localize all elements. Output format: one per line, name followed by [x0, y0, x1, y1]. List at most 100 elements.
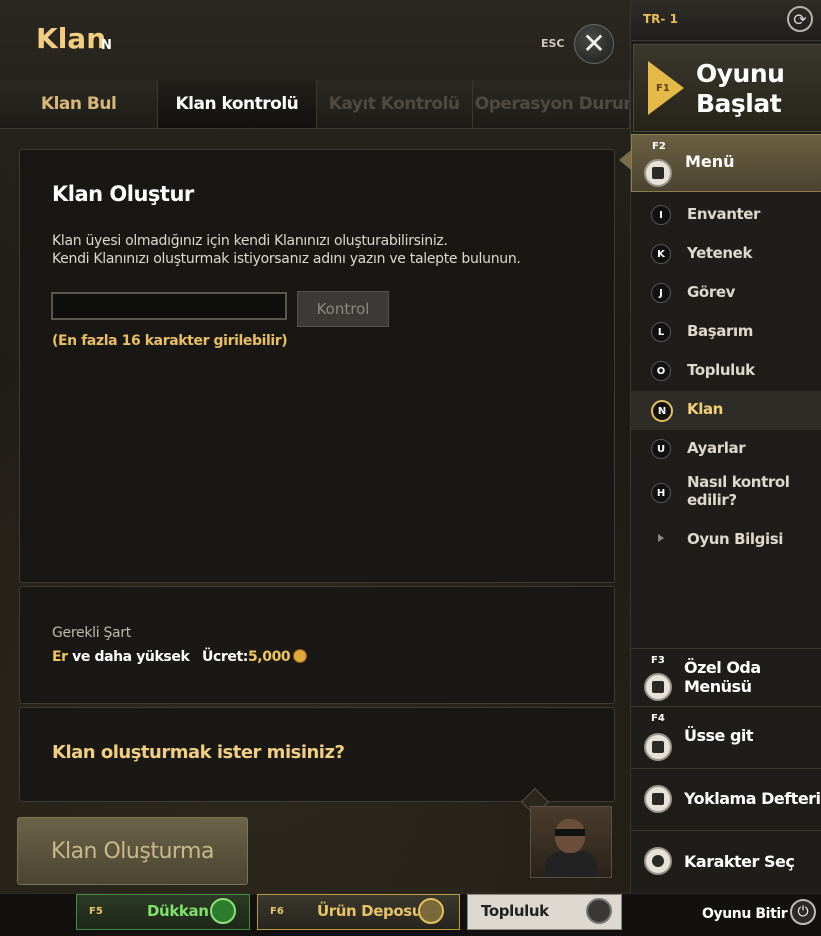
private-room-label: Özel Oda Menüsü — [684, 658, 761, 696]
tab-clan-control[interactable]: Klan kontrolü — [158, 80, 317, 128]
requirements-label: Gerekli Şart — [52, 625, 131, 641]
tab-find-clan[interactable]: Klan Bul — [0, 80, 159, 128]
label-line-2: edilir? — [687, 491, 737, 509]
create-clan-heading: Klan Oluştur — [52, 182, 194, 206]
menu-button[interactable]: F2 Menü — [631, 134, 821, 192]
people-icon — [586, 898, 612, 924]
menu-item-label: Görev — [687, 283, 735, 301]
title-shortcut-key: N — [101, 38, 112, 53]
rank-name: Er — [52, 649, 68, 665]
portrait-sunglasses — [555, 829, 585, 836]
menu-item-skill[interactable]: K Yetenek — [631, 235, 821, 274]
menu-item-label: Klan — [687, 400, 723, 418]
start-shortcut-key: F1 — [656, 83, 670, 94]
key-badge: U — [651, 439, 671, 459]
character-limit-hint: (En fazla 16 karakter girilebilir) — [52, 333, 288, 349]
key-badge: O — [651, 361, 671, 381]
room-icon — [644, 673, 672, 701]
start-game-label: Oyunu Başlat — [696, 59, 785, 119]
create-clan-description: Klan üyesi olmadığınız için kendi Klanın… — [52, 232, 521, 268]
menu-item-inventory[interactable]: I Envanter — [631, 196, 821, 235]
portrait-face — [555, 819, 585, 853]
private-room-shortcut-key: F3 — [651, 655, 665, 666]
key-badge: K — [651, 244, 671, 264]
server-selector[interactable]: TR- 1 ⟳ — [631, 0, 821, 41]
create-clan-panel: Klan Oluştur Klan üyesi olmadığınız için… — [19, 149, 615, 583]
window-title: Klan — [36, 22, 107, 55]
item-depot-button[interactable]: F6 Ürün Deposu — [257, 894, 460, 930]
menu-icon — [644, 159, 672, 187]
tab-operation-status: Operasyon Durumu — [473, 80, 631, 128]
bottom-bar: F5 Dükkan F6 Ürün Deposu Topluluk Oyunu … — [0, 893, 821, 936]
menu-item-settings[interactable]: U Ayarlar — [631, 430, 821, 469]
key-badge: I — [651, 205, 671, 225]
tab-bar: Klan Bul Klan kontrolü Kayıt Kontrolü Op… — [0, 80, 631, 129]
private-room-menu-button[interactable]: F3 Özel Oda Menüsü — [631, 648, 821, 707]
clan-name-input[interactable] — [51, 292, 287, 320]
rank-suffix: ve daha yüksek — [72, 649, 190, 665]
key-badge: N — [651, 400, 673, 422]
check-name-button[interactable]: Kontrol — [297, 291, 389, 327]
tab-registration-control: Kayıt Kontrolü — [317, 80, 473, 128]
shop-label: Dükkan — [147, 902, 209, 920]
menu-item-achievement[interactable]: L Başarım — [631, 313, 821, 352]
base-label: Üsse git — [684, 726, 754, 745]
key-badge: H — [651, 483, 671, 503]
menu-item-quest[interactable]: J Görev — [631, 274, 821, 313]
menu-item-label: Oyun Bilgisi — [687, 530, 783, 548]
menu-item-clan[interactable]: N Klan — [631, 391, 821, 430]
shop-icon — [210, 898, 236, 924]
menu-item-game-info[interactable]: Oyun Bilgisi — [631, 521, 821, 560]
shop-shortcut-key: F5 — [89, 906, 103, 917]
key-badge: J — [651, 283, 671, 303]
fee-label: Ücret: — [202, 649, 248, 665]
clan-window: Klan N ESC ✕ Klan Bul Klan kontrolü Kayı… — [0, 0, 631, 893]
menu-item-label: Nasıl kontrol edilir? — [687, 473, 790, 509]
book-icon — [644, 785, 672, 813]
character-select-label: Karakter Seç — [684, 852, 795, 871]
confirm-question: Klan oluşturmak ister misiniz? — [52, 742, 345, 763]
confirm-panel: Klan oluşturmak ister misiniz? — [19, 707, 615, 802]
depot-label: Ürün Deposu — [317, 902, 423, 920]
depot-shortcut-key: F6 — [270, 906, 284, 917]
close-button[interactable]: ✕ — [574, 24, 614, 64]
triangle-bullet-icon — [658, 534, 664, 542]
portrait-body — [545, 851, 597, 877]
attendance-button[interactable]: Yoklama Defteri — [631, 768, 821, 831]
requirements-panel: Gerekli Şart Er ve daha yüksek Ücret:5,0… — [19, 586, 615, 704]
menu-pointer — [619, 150, 631, 170]
base-shortcut-key: F4 — [651, 713, 665, 724]
fee-value: 5,000 — [247, 649, 291, 665]
menu-item-label: Yetenek — [687, 244, 753, 262]
menu-item-community[interactable]: O Topluluk — [631, 352, 821, 391]
menu-item-label: Envanter — [687, 205, 761, 223]
community-label: Topluluk — [481, 902, 549, 920]
sidebar: TR- 1 ⟳ F1 Oyunu Başlat F2 Menü I Envant… — [619, 0, 821, 893]
character-portrait — [530, 806, 612, 878]
server-label: TR- 1 — [643, 12, 678, 26]
menu-label: Menü — [685, 152, 735, 171]
quit-game-label[interactable]: Oyunu Bitir — [702, 906, 788, 922]
community-button[interactable]: Topluluk — [467, 894, 622, 930]
character-select-button[interactable]: Karakter Seç — [631, 830, 821, 893]
character-icon — [644, 847, 672, 875]
depot-icon — [418, 898, 444, 924]
menu-item-how-to-play[interactable]: H Nasıl kontrol edilir? — [631, 469, 821, 521]
menu-item-label: Topluluk — [687, 361, 755, 379]
shop-button[interactable]: F5 Dükkan — [76, 894, 250, 930]
description-line-1: Klan üyesi olmadığınız için kendi Klanın… — [52, 233, 448, 249]
menu-item-label: Ayarlar — [687, 439, 746, 457]
label-line-1: Nasıl kontrol — [687, 473, 790, 491]
menu-list: I Envanter K Yetenek J Görev L Başarım O… — [631, 196, 821, 560]
power-icon[interactable]: ⏻ — [790, 899, 816, 925]
required-rank: Er ve daha yüksek — [52, 649, 190, 665]
esc-label: ESC — [541, 37, 565, 50]
start-line-1: Oyunu — [696, 59, 785, 88]
go-to-base-button[interactable]: F4 Üsse git — [631, 706, 821, 769]
refresh-icon[interactable]: ⟳ — [787, 6, 813, 32]
coin-icon — [293, 649, 308, 663]
fee: Ücret:5,000 — [202, 649, 308, 665]
create-clan-button[interactable]: Klan Oluşturma — [17, 817, 248, 885]
start-game-button[interactable]: F1 Oyunu Başlat — [633, 44, 821, 132]
private-room-line-2: Menüsü — [684, 677, 752, 696]
